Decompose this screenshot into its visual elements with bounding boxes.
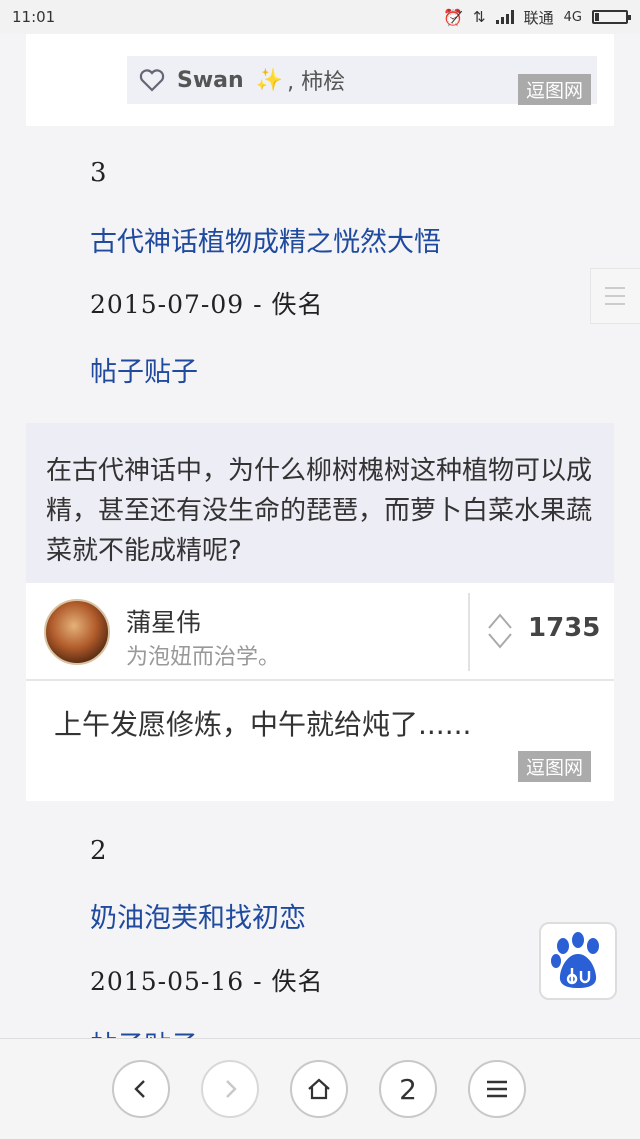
answer-text: 上午发愿修炼，中午就给炖了...... <box>54 708 472 741</box>
status-network: 4G <box>563 9 582 25</box>
divider <box>468 593 470 671</box>
alarm-off-icon: ⏰̸ <box>443 7 464 27</box>
menu-button[interactable] <box>468 1060 526 1118</box>
entry-tag-link[interactable]: 帖子贴子 <box>90 350 198 389</box>
baidu-paw-icon <box>551 932 599 988</box>
baidu-button[interactable] <box>539 922 617 1000</box>
updown-arrow-icon <box>488 613 512 649</box>
watermark: 逗图网 <box>518 74 592 105</box>
back-button[interactable] <box>112 1060 170 1118</box>
heart-icon <box>139 69 165 92</box>
author-signature: 为泡妞而治学。 <box>126 645 281 670</box>
reaction-suffix: , 柿桧 <box>287 70 346 95</box>
status-carrier: 联通 <box>523 8 554 27</box>
side-drawer-handle[interactable] <box>590 268 640 324</box>
sparkle-icon: ✨ <box>255 67 284 93</box>
battery-icon <box>592 10 631 24</box>
status-time: 11:01 <box>12 8 56 26</box>
question-text: 在古代神话中，为什么柳树槐树这种植物可以成精，甚至还有没生命的琵琶，而萝卜白菜水… <box>26 423 614 583</box>
entry-date-author: 2015-05-16 - 佚名 <box>90 967 324 996</box>
author-name: 蒲星伟 <box>126 608 202 637</box>
reaction-name: Swan <box>177 67 244 93</box>
forward-button[interactable] <box>201 1060 259 1118</box>
qa-image-card: 在古代神话中，为什么柳树槐树这种植物可以成精，甚至还有没生命的琵琶，而萝卜白菜水… <box>26 423 614 801</box>
entry-number: 2 <box>90 836 107 866</box>
watermark: 逗图网 <box>518 751 592 782</box>
home-button[interactable] <box>290 1060 348 1118</box>
entry-number: 3 <box>90 158 107 188</box>
home-icon <box>308 1078 330 1100</box>
answer-author-row: 蒲星伟 为泡妞而治学。 1735 <box>26 585 614 681</box>
entry-title-link[interactable]: 古代神话植物成精之恍然大悟 <box>90 220 441 259</box>
vote-count: 1735 <box>528 613 601 643</box>
menu-icon <box>487 1080 507 1098</box>
image-card-top: Swan ✨ , 柿桧 逗图网 <box>26 34 614 126</box>
browser-bottom-bar: 2 <box>0 1038 640 1139</box>
chevron-left-icon <box>134 1080 145 1098</box>
tabs-button[interactable]: 2 <box>379 1060 437 1118</box>
signal-icon <box>495 10 514 24</box>
entry-title-link[interactable]: 奶油泡芙和找初恋 <box>90 896 306 935</box>
status-bar: 11:01 ⏰̸ ⇅ 联通 4G <box>0 0 640 34</box>
data-transfer-icon: ⇅ <box>473 8 486 26</box>
chevron-right-icon <box>226 1080 237 1098</box>
entry-tag-link[interactable]: 帖子贴子 <box>90 1024 198 1038</box>
avatar <box>44 599 110 665</box>
entry-date-author: 2015-07-09 - 佚名 <box>90 290 324 319</box>
tab-count: 2 <box>399 1072 417 1106</box>
status-icons: ⏰̸ ⇅ 联通 4G <box>443 7 631 28</box>
